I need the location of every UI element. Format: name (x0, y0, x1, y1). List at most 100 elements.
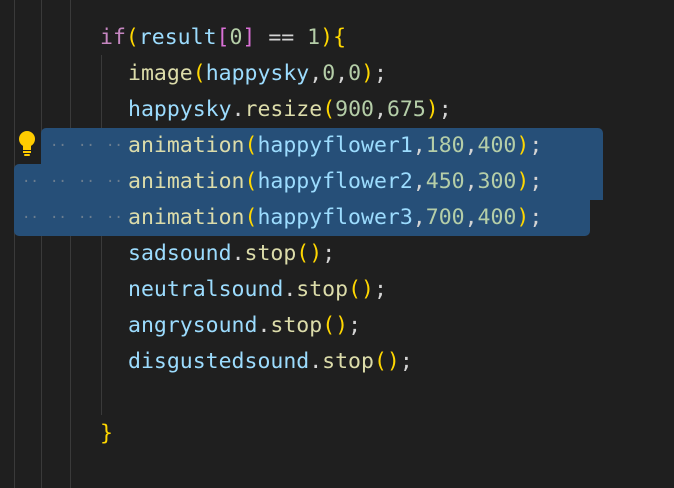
code-line[interactable]: sadsound.stop(); (128, 236, 335, 272)
code-token: , (309, 61, 323, 86)
code-token: ; (529, 169, 543, 194)
lightbulb-icon[interactable] (12, 128, 42, 160)
code-token: , (335, 61, 349, 86)
code-token: ) (361, 277, 374, 302)
code-token: ) (386, 349, 400, 374)
code-token: 0 (229, 25, 243, 50)
code-line[interactable]: disgustedsound.stop(); (128, 344, 413, 380)
code-token: [ (216, 25, 230, 50)
code-line[interactable]: if(result[0] == 1){ (100, 20, 346, 56)
code-token: image (128, 61, 193, 86)
code-token: happysky (205, 61, 310, 86)
code-token: ( (192, 61, 206, 86)
code-line[interactable]: animation(happyflower3,700,400); (128, 200, 542, 236)
code-token: , (464, 133, 478, 158)
code-token: ) (516, 169, 530, 194)
code-line[interactable]: angrysound.stop(); (128, 308, 361, 344)
code-token: ) (516, 205, 530, 230)
code-token: . (283, 277, 297, 302)
code-token: stop (296, 277, 349, 302)
code-line[interactable]: animation(happyflower1,180,400); (128, 128, 542, 164)
code-token: ( (244, 205, 258, 230)
code-token: 180 (425, 133, 465, 158)
code-token: ( (322, 97, 336, 122)
code-token: stop (270, 313, 323, 338)
code-line[interactable]: happysky.resize(900,675); (128, 92, 452, 128)
indent-guide (41, 0, 42, 488)
code-token: ] (242, 25, 256, 50)
code-token: ; (374, 61, 387, 86)
code-token: 450 (425, 169, 465, 194)
whitespace-marker: ·· (50, 210, 67, 226)
code-token: happysky (128, 97, 232, 122)
code-token: 300 (477, 169, 517, 194)
code-token: ) (335, 313, 349, 338)
code-token: 700 (425, 205, 465, 230)
code-line[interactable]: image(happysky,0,0); (128, 56, 387, 92)
code-token: 900 (335, 97, 374, 122)
code-token: , (464, 205, 478, 230)
code-token: 400 (477, 205, 517, 230)
code-token: ; (348, 313, 362, 338)
code-token: , (412, 169, 426, 194)
code-token: happyflower3 (257, 205, 413, 230)
whitespace-marker: ·· (106, 210, 123, 226)
code-token: if (100, 25, 126, 50)
code-token: animation (128, 205, 245, 230)
code-token: happyflower1 (257, 133, 413, 158)
code-token: , (464, 169, 478, 194)
code-token: . (309, 349, 323, 374)
code-token: == (255, 25, 308, 50)
code-token: . (231, 97, 245, 122)
code-token: ) (516, 133, 530, 158)
indent-guide (14, 0, 15, 488)
code-token: , (373, 97, 387, 122)
code-token: ( (322, 313, 336, 338)
whitespace-marker: ·· (78, 174, 95, 190)
code-token: animation (128, 169, 245, 194)
code-token: ( (244, 133, 258, 158)
code-token: 0 (348, 61, 362, 86)
code-token: neutralsound (128, 277, 284, 302)
code-token: stop (244, 241, 297, 266)
code-token: resize (244, 97, 323, 122)
code-token: disgustedsound (128, 349, 310, 374)
code-token: ; (529, 133, 543, 158)
code-line[interactable]: neutralsound.stop(); (128, 272, 387, 308)
code-token: ; (438, 97, 452, 122)
code-token: } (100, 421, 113, 446)
code-token: ) (320, 25, 334, 50)
code-token: 400 (477, 133, 517, 158)
code-token: . (231, 241, 245, 266)
whitespace-marker: ·· (78, 138, 95, 154)
code-token: happyflower2 (257, 169, 413, 194)
whitespace-marker: ·· (50, 138, 67, 154)
code-line[interactable]: animation(happyflower2,450,300); (128, 164, 542, 200)
code-token: 0 (322, 61, 336, 86)
code-token: stop (322, 349, 374, 374)
code-token: angrysound (128, 313, 258, 338)
code-token: . (257, 313, 271, 338)
code-token: { (333, 25, 347, 50)
code-editor[interactable]: if(result[0] == 1){image(happysky,0,0); h… (0, 0, 674, 488)
code-token: 1 (307, 25, 321, 50)
code-token: ) (309, 241, 323, 266)
code-token: ; (322, 241, 336, 266)
code-line[interactable]: } (100, 416, 113, 452)
code-token: ; (399, 349, 413, 374)
whitespace-marker: ·· (78, 210, 95, 226)
code-token: , (412, 205, 426, 230)
code-token: ; (373, 277, 387, 302)
indent-guide (70, 0, 71, 488)
code-token: ) (361, 61, 375, 86)
code-token: ( (244, 169, 258, 194)
code-token: ) (425, 97, 439, 122)
code-token: ( (296, 241, 310, 266)
code-token: , (412, 133, 426, 158)
code-token: ; (529, 205, 543, 230)
code-token: result (138, 25, 217, 50)
code-token: ( (125, 25, 139, 50)
code-token: sadsound (128, 241, 232, 266)
whitespace-marker: ·· (22, 174, 39, 190)
whitespace-marker: ·· (106, 174, 123, 190)
